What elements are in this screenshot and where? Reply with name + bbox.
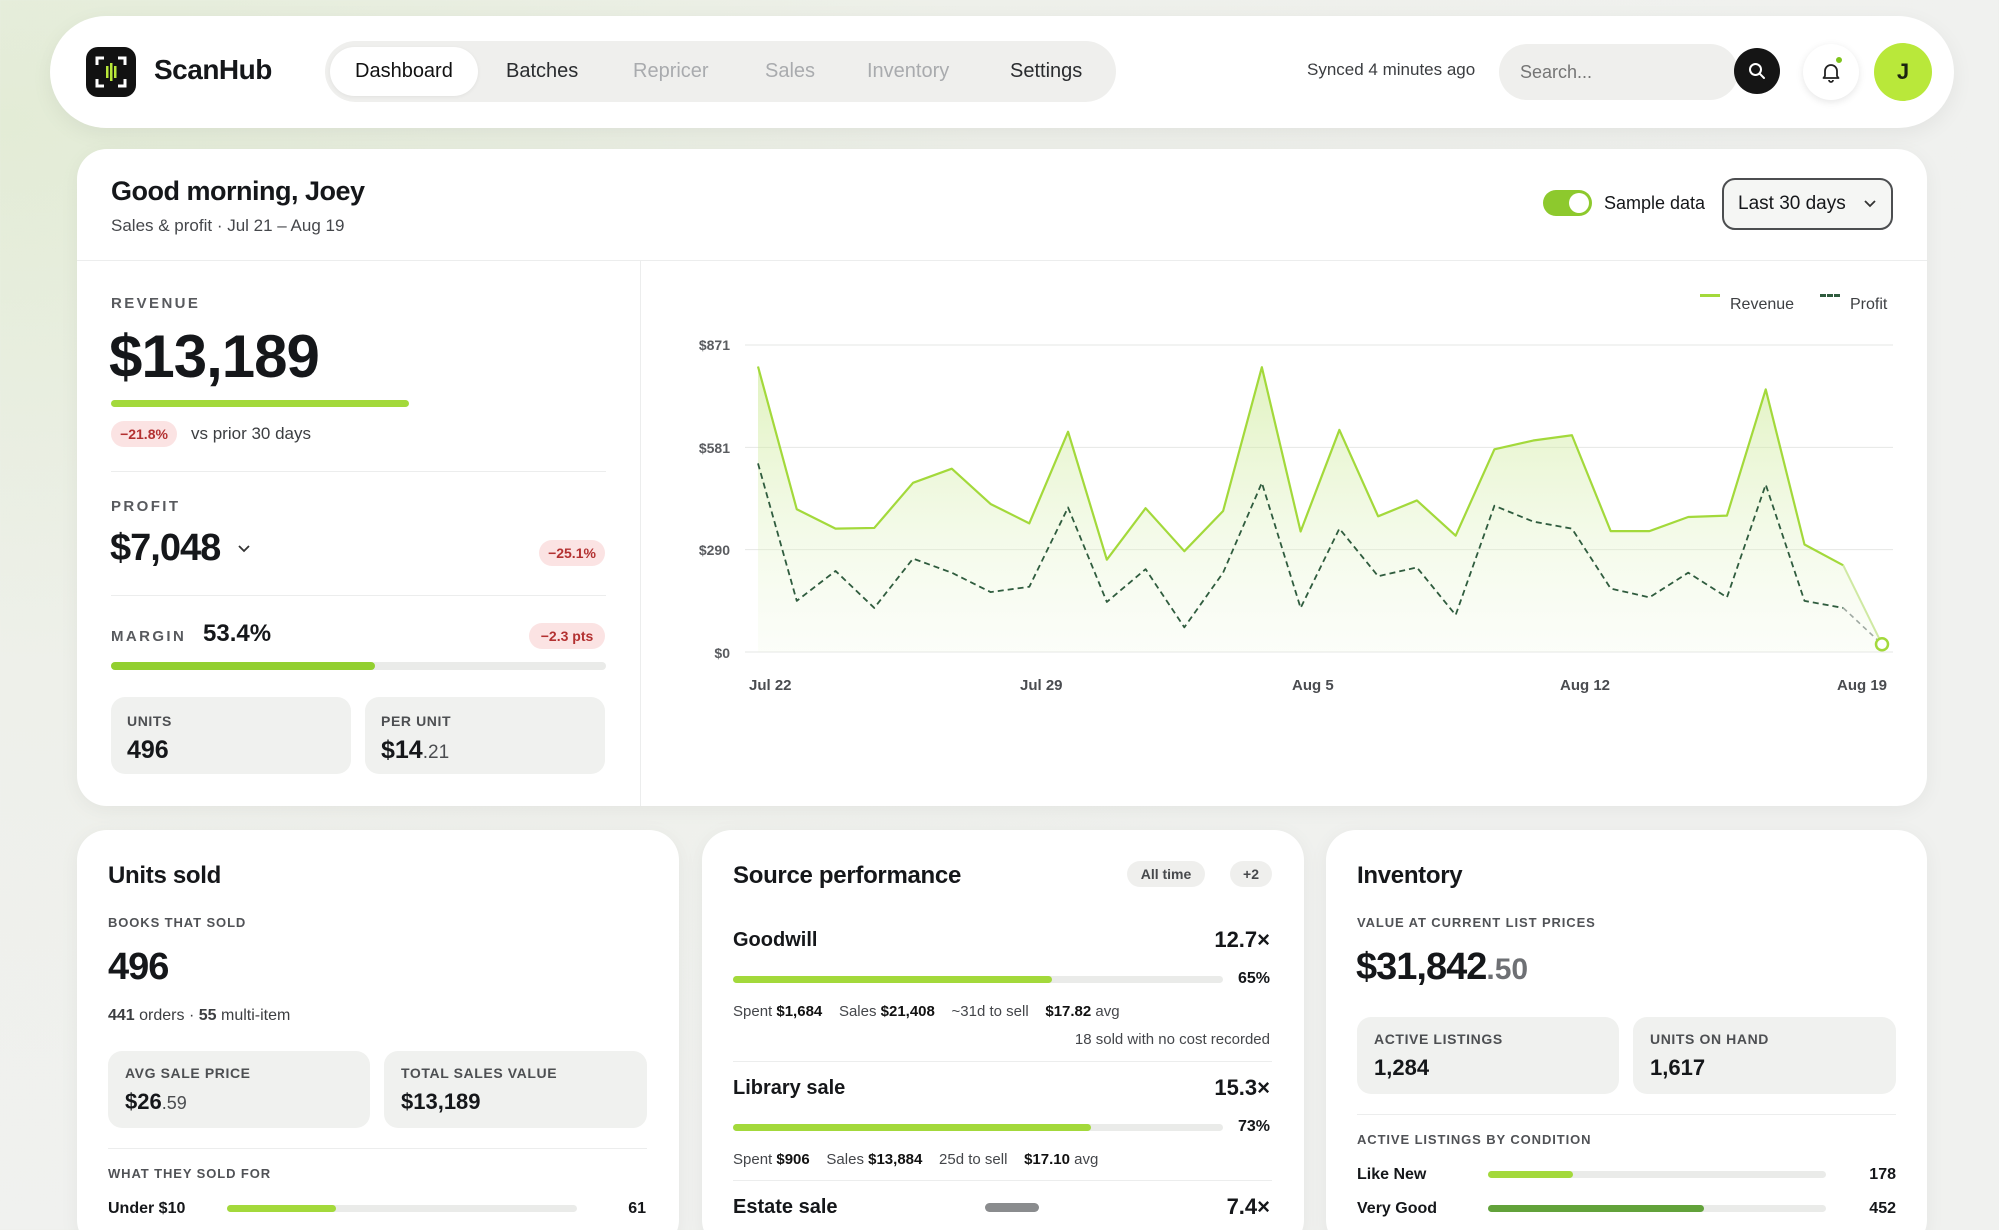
units-sold-title: Units sold <box>108 862 222 889</box>
sales-value: $13,884 <box>868 1151 923 1168</box>
avg-value: $17.10 <box>1024 1151 1070 1168</box>
condition-name: Like New <box>1357 1166 1427 1183</box>
divider <box>733 1180 1272 1181</box>
bucket-label: Under $10 <box>108 1200 186 1217</box>
spent-label: Spent <box>733 1003 773 1020</box>
sales-label: Sales <box>826 1151 864 1168</box>
sell-time: ~31d to sell <box>951 1003 1029 1020</box>
revenue-profit-chart <box>745 344 1893 653</box>
source-name: Goodwill <box>733 929 818 951</box>
inventory-title: Inventory <box>1357 862 1463 889</box>
source-multiple: 15.3× <box>1214 1075 1270 1100</box>
condition-name: Very Good <box>1357 1200 1438 1217</box>
source-pct: 73% <box>1237 1118 1270 1135</box>
avg-price-label: AVG SALE PRICE <box>125 1065 251 1081</box>
units-on-hand-label: UNITS ON HAND <box>1650 1031 1770 1047</box>
units-sold-section: BOOKS THAT SOLD <box>108 915 247 930</box>
multi-text: multi-item <box>220 1007 291 1024</box>
condition-value: 178 <box>1869 1166 1896 1183</box>
avg-suffix: avg <box>1074 1151 1099 1168</box>
condition-value: 452 <box>1869 1200 1896 1217</box>
inventory-value: $31,842 <box>1356 946 1487 988</box>
source-bar <box>733 976 1223 983</box>
divider <box>733 1061 1272 1062</box>
source-pct: 65% <box>1237 970 1270 987</box>
source-name: Library sale <box>733 1077 846 1099</box>
divider <box>1357 1114 1896 1115</box>
avg-value: $17.82 <box>1045 1003 1092 1020</box>
source-note: 18 sold with no cost recorded <box>1074 1031 1270 1048</box>
sales-value: $21,408 <box>880 1003 935 1020</box>
divider <box>108 1148 647 1149</box>
inventory-section: VALUE AT CURRENT LIST PRICES <box>1357 915 1596 930</box>
orders-count: 441 <box>108 1007 135 1024</box>
avg-price-cents: .59 <box>161 1093 187 1113</box>
spent-value: $1,684 <box>776 1003 823 1020</box>
spent-label: Spent <box>733 1151 773 1168</box>
units-on-hand-value: 1,617 <box>1650 1055 1706 1080</box>
source-performance-title: Source performance <box>733 862 962 889</box>
multi-count: 55 <box>198 1007 217 1024</box>
range-chip[interactable]: All time <box>1127 861 1205 887</box>
sales-label: Sales <box>838 1003 877 1020</box>
sell-time: 25d to sell <box>939 1151 1008 1168</box>
units-sold-value: 496 <box>108 946 169 988</box>
avg-price-value: $26 <box>125 1089 162 1114</box>
bucket-bar <box>227 1205 577 1212</box>
total-sales-label: TOTAL SALES VALUE <box>401 1065 558 1081</box>
source-multiple: 12.7× <box>1214 927 1270 952</box>
active-listings-label: ACTIVE LISTINGS <box>1374 1031 1503 1047</box>
source-performance-card <box>702 830 1304 1230</box>
source-multiple: 7.4× <box>1226 1194 1270 1219</box>
source-bar <box>733 1124 1223 1131</box>
condition-bar <box>1488 1171 1826 1178</box>
today-marker <box>1874 636 1890 652</box>
sold-for-label: WHAT THEY SOLD FOR <box>108 1166 272 1181</box>
more-chip[interactable]: +2 <box>1230 861 1272 887</box>
condition-bar <box>1488 1205 1826 1212</box>
drag-handle[interactable] <box>985 1203 1039 1212</box>
inventory-cents: .50 <box>1486 953 1529 986</box>
avg-suffix: avg <box>1095 1003 1120 1020</box>
bucket-value: 61 <box>628 1200 646 1217</box>
condition-label: ACTIVE LISTINGS BY CONDITION <box>1357 1132 1592 1147</box>
revenue-area <box>758 366 1882 652</box>
total-sales-value: $13,189 <box>401 1089 481 1114</box>
active-listings-value: 1,284 <box>1374 1055 1430 1080</box>
orders-text: orders · <box>139 1007 195 1024</box>
spent-value: $906 <box>776 1151 810 1168</box>
source-name: Estate sale <box>733 1196 838 1218</box>
